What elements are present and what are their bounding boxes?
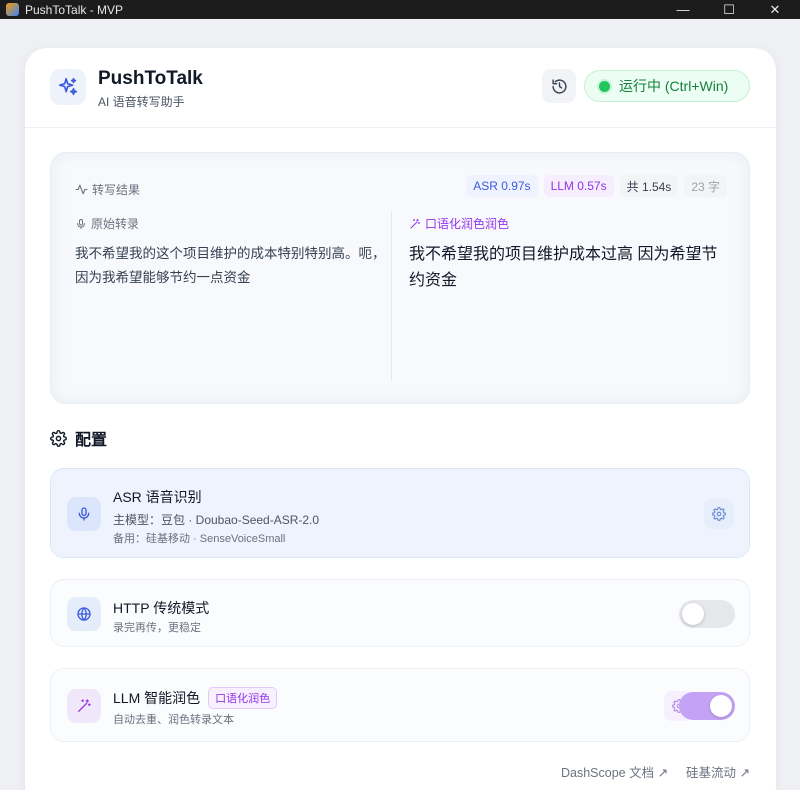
original-label: 原始转录 [75,215,390,232]
dashscope-docs-link[interactable]: DashScope 文档 ↗ [561,762,668,781]
original-text: 我不希望我的这个项目维护的成本特别特别高。呃，因为我希望能够节约一点资金 [75,246,386,285]
llm-title-text: LLM 智能润色 [113,690,201,706]
minimize-button[interactable]: — [660,0,706,19]
http-title-text: HTTP 传统模式 [113,600,210,616]
config-title: 配置 [75,432,108,449]
history-button[interactable] [542,69,576,103]
llm-config-row: LLM 智能润色 口语化润色 自动去重、润色转录文本 [50,668,750,742]
asr-config-row[interactable]: ASR 语音识别 主模型：豆包 · Doubao-Seed-ASR-2.0 备用… [50,468,750,558]
result-title-label: 转写结果 [92,183,141,197]
char-count-chip: 23 字 [684,175,727,197]
asr-settings-button[interactable] [704,499,734,529]
column-divider [391,211,392,381]
total-time-chip: 共 1.54s [619,175,679,197]
http-mode-toggle[interactable] [679,600,735,628]
status-text: 运行中 (Ctrl+Win) [619,78,729,94]
polished-transcript-column: 口语化润色润色 我不希望我的项目维护成本过高 因为希望节约资金 [409,215,729,294]
app-window-icon [6,3,19,16]
close-button[interactable]: ✕ [752,0,798,19]
original-label-text: 原始转录 [91,217,140,231]
globe-icon [67,597,101,631]
llm-title: LLM 智能润色 口语化润色 [113,687,278,709]
asr-title: ASR 语音识别 [113,487,202,507]
activity-icon [75,184,88,195]
asr-time-chip: ASR 0.97s [466,175,538,197]
transcription-result-panel: 转写结果 ASR 0.97s LLM 0.57s 共 1.54s 23 字 原始… [50,152,750,404]
toggle-knob [682,603,704,625]
sparkles-icon [50,69,86,105]
polished-label: 口语化润色润色 [409,215,729,232]
siliconflow-link[interactable]: 硅基流动 ↗ [686,762,750,781]
asr-backup-model: 备用：硅基移动 · SenseVoiceSmall [113,533,286,545]
http-config-row: HTTP 传统模式 录完再传，更稳定 [50,579,750,647]
asr-title-text: ASR 语音识别 [113,489,202,505]
result-title: 转写结果 [75,181,140,198]
maximize-button[interactable]: ☐ [706,0,752,19]
llm-time-chip: LLM 0.57s [543,175,614,197]
http-description: 录完再传，更稳定 [113,622,201,634]
llm-description: 自动去重、润色转录文本 [113,714,234,726]
footer-links: DashScope 文档 ↗ 硅基流动 ↗ [561,762,750,781]
polished-text: 我不希望我的项目维护成本过高 因为希望节约资金 [409,246,718,289]
window-title: PushToTalk - MVP [25,2,124,17]
microphone-icon [67,497,101,531]
main-card: PushToTalk AI 语音转写助手 运行中 (Ctrl+Win) 转写结果… [25,48,776,790]
http-title: HTTP 传统模式 [113,598,209,618]
header: PushToTalk AI 语音转写助手 运行中 (Ctrl+Win) [25,48,776,128]
status-dot [599,80,610,92]
magic-wand-icon [410,218,420,228]
config-header: 配置 [50,426,107,450]
gear-icon [50,429,67,447]
window-titlebar: PushToTalk - MVP — ☐ ✕ [0,0,800,19]
timing-chips: ASR 0.97s LLM 0.57s 共 1.54s 23 字 [466,175,727,197]
app-name: PushToTalk [98,68,203,89]
polished-label-text: 口语化润色润色 [425,217,510,231]
microphone-icon [77,218,85,229]
history-icon [551,78,567,94]
original-transcript-column: 原始转录 我不希望我的这个项目维护的成本特别特别高。呃，因为我希望能够节约一点资… [75,215,390,290]
llm-style-badge[interactable]: 口语化润色 [208,687,278,709]
llm-polish-toggle[interactable] [679,692,735,720]
toggle-knob [710,695,732,717]
magic-wand-icon [67,689,101,723]
gear-icon [712,507,726,521]
status-badge[interactable]: 运行中 (Ctrl+Win) [584,70,750,102]
app-subtitle: AI 语音转写助手 [98,95,185,109]
asr-primary-model: 主模型：豆包 · Doubao-Seed-ASR-2.0 [113,513,320,527]
